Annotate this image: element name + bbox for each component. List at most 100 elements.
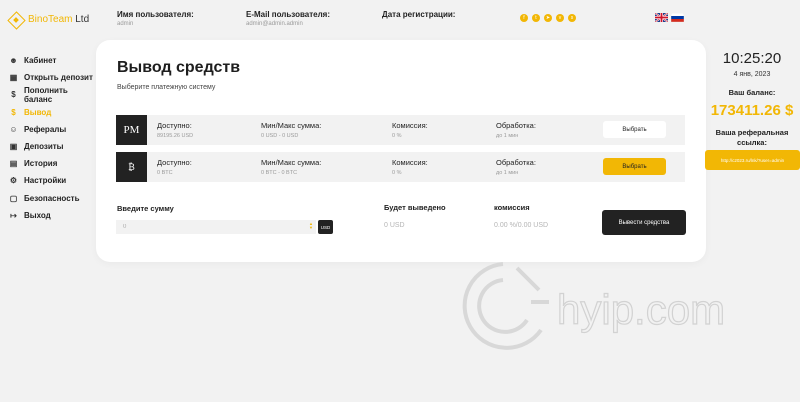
email-info: E-Mail пользователя: admin@admin.admin — [246, 10, 330, 27]
history-icon: ▤ — [9, 159, 18, 169]
language-switcher — [655, 13, 684, 22]
sidebar-item-label: Открыть депозит — [24, 73, 93, 83]
balance-value: 173411.26 $ — [710, 102, 794, 119]
users-icon: ☺ — [9, 124, 18, 134]
available-label: Доступно: — [157, 121, 192, 130]
amount-input[interactable] — [116, 220, 316, 234]
available-cell: Доступно: 0 BTC — [157, 158, 192, 176]
gear-icon: ⚙ — [9, 176, 18, 186]
minmax-cell: Мин/Макс сумма: 0 BTC - 0 BTC — [261, 158, 321, 176]
sidebar-item-label: Вывод — [24, 107, 52, 117]
watermark-logo-icon — [462, 262, 549, 350]
withdraw-card: Вывод средств Выберите платежную систему… — [96, 40, 706, 262]
sidebar-item-label: Кабинет — [24, 56, 57, 66]
sidebar-item-label: Безопасность — [24, 193, 80, 203]
processing-cell: Обработка: до 1 мин — [496, 158, 536, 176]
email-label: E-Mail пользователя: — [246, 10, 331, 19]
sidebar-item-withdraw[interactable]: $ Вывод — [8, 104, 98, 121]
facebook-icon[interactable]: f — [520, 14, 528, 22]
sidebar-item-referrals[interactable]: ☺ Рефералы — [8, 121, 98, 138]
watermark-text: hyip.com — [557, 286, 725, 333]
commission-value: 0.00 %/0.00 USD — [494, 222, 549, 229]
watermark: hyip.com — [462, 262, 726, 350]
lock-icon: ▢ — [9, 193, 18, 203]
registration-info: Дата регистрации: — [382, 10, 455, 21]
commission-label: комиссия — [494, 203, 530, 212]
brand-name: BinoTeam Ltd — [28, 14, 90, 25]
processing-value: до 1 мин — [496, 170, 519, 176]
logout-icon: ↦ — [10, 210, 17, 220]
clock: 10:25:20 — [722, 50, 782, 67]
sidebar-item-history[interactable]: ▤ История — [8, 155, 98, 172]
email-value: admin@admin.admin — [246, 21, 303, 27]
logo-diamond-icon — [8, 12, 23, 27]
sidebar-item-label: История — [24, 159, 58, 169]
vk-icon[interactable]: v — [556, 14, 564, 22]
will-withdraw-value: 0 USD — [384, 222, 405, 229]
available-label: Доступно: — [157, 158, 192, 167]
twitter-icon[interactable]: t — [532, 14, 540, 22]
minmax-label: Мин/Макс сумма: — [261, 158, 322, 167]
sidebar-item-label: Рефералы — [24, 124, 67, 134]
processing-value: до 1 мин — [496, 133, 519, 139]
sidebar-item-logout[interactable]: ↦ Выход — [8, 207, 98, 224]
referral-link[interactable]: http://c2023.ru/lnk/?user=admin — [705, 150, 800, 170]
fee-label: Комиссия: — [392, 121, 428, 130]
amount-label: Введите сумму — [117, 204, 174, 213]
available-value: 89195.26 USD — [157, 133, 194, 139]
social-links: f t ➤ v s — [520, 14, 576, 22]
sidebar-item-top-up[interactable]: $ Пополнить баланс — [8, 85, 98, 104]
page-subtitle: Выберите платежную систему — [117, 84, 216, 91]
brand-logo[interactable]: BinoTeam Ltd — [8, 12, 89, 27]
balance-label: Ваш баланс: — [728, 88, 776, 97]
fee-value: 0 % — [392, 170, 402, 176]
telegram-icon[interactable]: ➤ — [544, 14, 552, 22]
referral-label: Ваша реферальная ссылка: — [715, 128, 789, 147]
fee-cell: Комиссия: 0 % — [392, 158, 428, 176]
minmax-label: Мин/Макс сумма: — [261, 121, 322, 130]
payment-row-btc[interactable]: ₿ Доступно: 0 BTC Мин/Макс сумма: 0 BTC … — [116, 152, 685, 182]
minmax-value: 0 USD - 0 USD — [261, 133, 299, 139]
bitcoin-icon: ₿ — [116, 152, 147, 182]
calendar-icon: ▦ — [9, 73, 18, 83]
fee-cell: Комиссия: 0 % — [392, 121, 428, 139]
currency-badge: USD — [318, 220, 333, 234]
skype-icon[interactable]: s — [568, 14, 576, 22]
perfect-money-icon: PM — [116, 115, 147, 145]
user-icon: ☻ — [9, 56, 18, 66]
sidebar-item-label: Пополнить баланс — [23, 85, 68, 104]
fee-value: 0 % — [392, 133, 402, 139]
registration-label: Дата регистрации: — [382, 10, 456, 19]
minmax-cell: Мин/Макс сумма: 0 USD - 0 USD — [261, 121, 321, 139]
available-value: 0 BTC — [157, 170, 173, 176]
amount-stepper-icon[interactable]: ▲ ▼ — [309, 222, 313, 230]
processing-label: Обработка: — [496, 121, 536, 130]
sidebar-item-security[interactable]: ▢ Безопасность — [8, 190, 98, 207]
select-pm-button[interactable]: Выбрать — [603, 121, 666, 138]
sidebar-item-label: Депозиты — [24, 142, 64, 152]
page-title: Вывод средств — [117, 59, 241, 76]
uk-flag-icon[interactable] — [655, 13, 668, 22]
sidebar-item-label: Настройки — [24, 176, 67, 186]
sidebar: ☻ Кабинет ▦ Открыть депозит $ Пополнить … — [8, 52, 98, 224]
withdraw-button[interactable]: Вывести средства — [602, 210, 686, 235]
dollar-icon: $ — [11, 107, 16, 117]
sidebar-item-settings[interactable]: ⚙ Настройки — [8, 172, 98, 189]
wallet-icon: ▣ — [9, 142, 18, 152]
current-date: 4 янв, 2023 — [733, 71, 771, 78]
dollar-icon: $ — [11, 90, 16, 100]
sidebar-item-cabinet[interactable]: ☻ Кабинет — [8, 52, 98, 69]
sidebar-item-deposits[interactable]: ▣ Депозиты — [8, 138, 98, 155]
fee-label: Комиссия: — [392, 158, 428, 167]
sidebar-item-open-deposit[interactable]: ▦ Открыть депозит — [8, 69, 98, 86]
sidebar-item-label: Выход — [24, 210, 51, 220]
processing-label: Обработка: — [496, 158, 536, 167]
payment-row-pm[interactable]: PM Доступно: 89195.26 USD Мин/Макс сумма… — [116, 115, 685, 145]
minmax-value: 0 BTC - 0 BTC — [261, 170, 298, 176]
username-label: Имя пользователя: — [117, 10, 194, 19]
username-value: admin — [117, 21, 134, 27]
select-btc-button[interactable]: Выбрать — [603, 158, 666, 175]
username-info: Имя пользователя: admin — [117, 10, 194, 27]
russia-flag-icon[interactable] — [671, 13, 684, 22]
processing-cell: Обработка: до 1 мин — [496, 121, 536, 139]
